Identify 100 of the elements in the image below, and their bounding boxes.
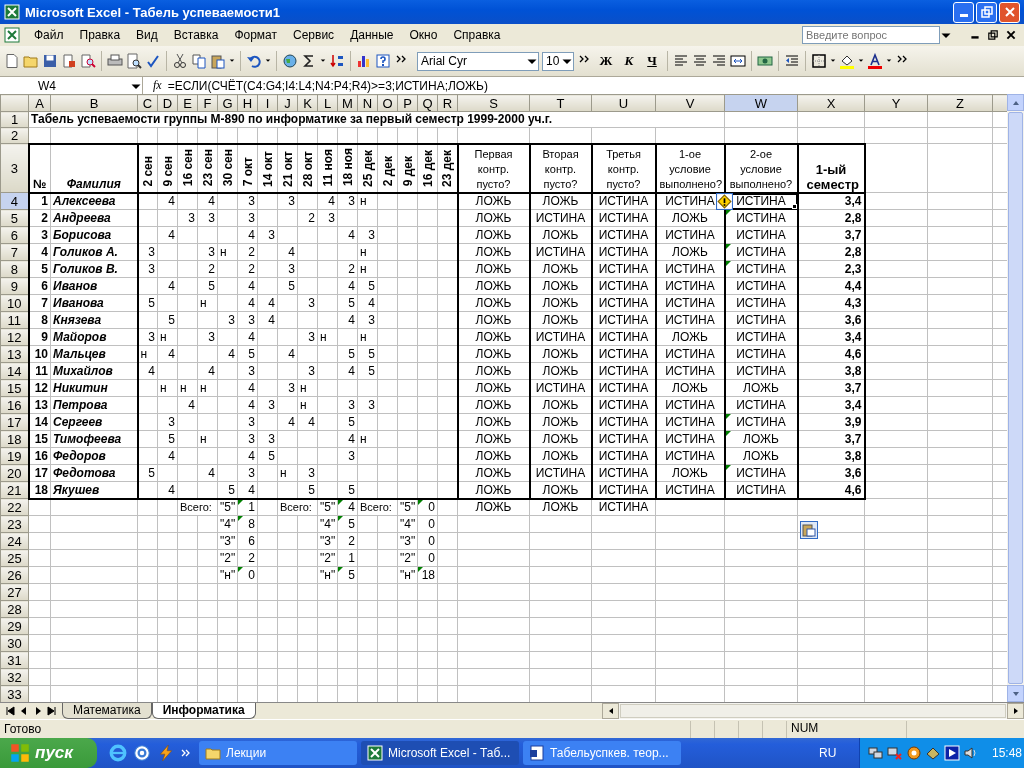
- table-cell[interactable]: н: [197, 294, 218, 312]
- magnifier-icon[interactable]: [80, 53, 96, 69]
- menu-item[interactable]: Файл: [26, 26, 72, 44]
- table-cell[interactable]: 2: [237, 549, 258, 567]
- table-cell[interactable]: 25 дек: [357, 143, 378, 193]
- table-cell[interactable]: 4: [177, 396, 198, 414]
- table-cell[interactable]: 5: [197, 277, 218, 295]
- table-cell[interactable]: 5: [337, 294, 358, 312]
- table-cell[interactable]: 3: [277, 192, 298, 210]
- table-cell[interactable]: ЛОЖЬ: [457, 277, 530, 295]
- table-cell[interactable]: 4: [237, 481, 258, 499]
- table-cell[interactable]: ЛОЖЬ: [457, 379, 530, 397]
- table-cell[interactable]: 3: [337, 396, 358, 414]
- table-cell[interactable]: "н": [217, 566, 238, 584]
- table-cell[interactable]: ЛОЖЬ: [529, 396, 592, 414]
- table-cell[interactable]: 4: [237, 328, 258, 346]
- table-cell[interactable]: 3: [177, 209, 198, 227]
- table-cell[interactable]: ИСТИНА: [591, 226, 656, 244]
- table-cell[interactable]: ИСТИНА: [655, 277, 725, 295]
- table-cell[interactable]: 9: [28, 328, 51, 346]
- table-cell[interactable]: 4,4: [797, 277, 865, 295]
- table-cell[interactable]: ИСТИНА: [591, 277, 656, 295]
- table-cell[interactable]: ИСТИНА: [655, 294, 725, 312]
- disconnected-icon[interactable]: [887, 745, 903, 761]
- paste-options-icon[interactable]: [800, 521, 818, 539]
- table-cell[interactable]: Всего:: [357, 498, 398, 516]
- table-cell[interactable]: Иванов: [50, 277, 138, 295]
- table-cell[interactable]: Третья контр. пусто?: [591, 143, 656, 193]
- table-cell[interactable]: н: [357, 260, 378, 278]
- table-cell[interactable]: Голиков В.: [50, 260, 138, 278]
- table-cell[interactable]: Михайлов: [50, 362, 138, 380]
- table-cell[interactable]: ЛОЖЬ: [529, 277, 592, 295]
- table-cell[interactable]: 4: [337, 362, 358, 380]
- table-cell[interactable]: ЛОЖЬ: [457, 209, 530, 227]
- table-cell[interactable]: 15: [28, 430, 51, 448]
- table-cell[interactable]: 1: [237, 498, 258, 516]
- table-cell[interactable]: 2: [197, 260, 218, 278]
- table-cell[interactable]: Алексеева: [50, 192, 138, 210]
- table-cell[interactable]: ИСТИНА: [655, 260, 725, 278]
- restore-icon[interactable]: [987, 29, 999, 41]
- table-cell[interactable]: ЛОЖЬ: [529, 294, 592, 312]
- table-cell[interactable]: н: [177, 379, 198, 397]
- table-cell[interactable]: ИСТИНА: [591, 311, 656, 329]
- menu-item[interactable]: Формат: [226, 26, 286, 44]
- table-cell[interactable]: 4: [297, 413, 318, 431]
- table-cell[interactable]: Мальцев: [50, 345, 138, 363]
- table-cell[interactable]: 3: [237, 464, 258, 482]
- table-cell[interactable]: ЛОЖЬ: [529, 447, 592, 465]
- table-cell[interactable]: Никитин: [50, 379, 138, 397]
- table-cell[interactable]: 3,4: [797, 396, 865, 414]
- table-cell[interactable]: Андреева: [50, 209, 138, 227]
- table-cell[interactable]: 3: [237, 192, 258, 210]
- table-cell[interactable]: ЛОЖЬ: [655, 243, 725, 261]
- table-cell[interactable]: 4: [337, 430, 358, 448]
- table-cell[interactable]: ЛОЖЬ: [457, 464, 530, 482]
- borders-icon[interactable]: [811, 53, 827, 69]
- column-header[interactable]: B: [50, 94, 138, 112]
- table-cell[interactable]: "4": [397, 515, 418, 533]
- table-cell[interactable]: ИСТИНА: [724, 345, 798, 363]
- table-cell[interactable]: 9 дек: [397, 143, 418, 193]
- table-cell[interactable]: ЛОЖЬ: [529, 481, 592, 499]
- table-cell[interactable]: 3: [137, 243, 158, 261]
- table-cell[interactable]: ЛОЖЬ: [457, 226, 530, 244]
- table-cell[interactable]: 3: [197, 328, 218, 346]
- help-search-field[interactable]: Введите вопрос: [802, 26, 940, 44]
- table-cell[interactable]: ИСТИНА: [529, 379, 592, 397]
- table-cell[interactable]: 4: [28, 243, 51, 261]
- table-cell[interactable]: н: [137, 345, 158, 363]
- sheet-tab[interactable]: Математика: [62, 703, 152, 719]
- table-cell[interactable]: 3,4: [797, 192, 865, 210]
- table-cell[interactable]: 2 дек: [377, 143, 398, 193]
- indent-icon[interactable]: [784, 53, 800, 69]
- table-cell[interactable]: 0: [417, 515, 438, 533]
- table-cell[interactable]: 4: [197, 192, 218, 210]
- table-cell[interactable]: ИСТИНА: [591, 328, 656, 346]
- table-cell[interactable]: Табель успеваемости группы М-890 по информатике за первый семестр 1999-2000 уч.г.: [28, 111, 725, 128]
- column-header[interactable]: Y: [864, 94, 928, 112]
- table-cell[interactable]: 3: [237, 311, 258, 329]
- column-header[interactable]: V: [655, 94, 725, 112]
- network-icon[interactable]: [868, 745, 884, 761]
- table-cell[interactable]: 4: [237, 277, 258, 295]
- table-cell[interactable]: 1-ое условие выполнено?: [655, 143, 725, 193]
- speaker-icon[interactable]: [963, 745, 979, 761]
- table-cell[interactable]: 4,6: [797, 481, 865, 499]
- table-cell[interactable]: 2,8: [797, 243, 865, 261]
- table-cell[interactable]: 3: [257, 430, 278, 448]
- first-sheet-icon[interactable]: [4, 705, 16, 717]
- table-cell[interactable]: ИСТИНА: [655, 430, 725, 448]
- table-cell[interactable]: 4,3: [797, 294, 865, 312]
- chart-icon[interactable]: [356, 53, 372, 69]
- table-cell[interactable]: 3: [297, 362, 318, 380]
- scroll-right-icon[interactable]: [1011, 707, 1020, 715]
- table-cell[interactable]: 4: [277, 413, 298, 431]
- table-cell[interactable]: ИСТИНА: [591, 447, 656, 465]
- table-cell[interactable]: ИСТИНА: [529, 209, 592, 227]
- table-cell[interactable]: 4: [257, 311, 278, 329]
- chevron-icon[interactable]: [181, 748, 191, 758]
- circle-icon[interactable]: [906, 745, 922, 761]
- table-cell[interactable]: 5: [157, 430, 178, 448]
- table-cell[interactable]: н: [357, 243, 378, 261]
